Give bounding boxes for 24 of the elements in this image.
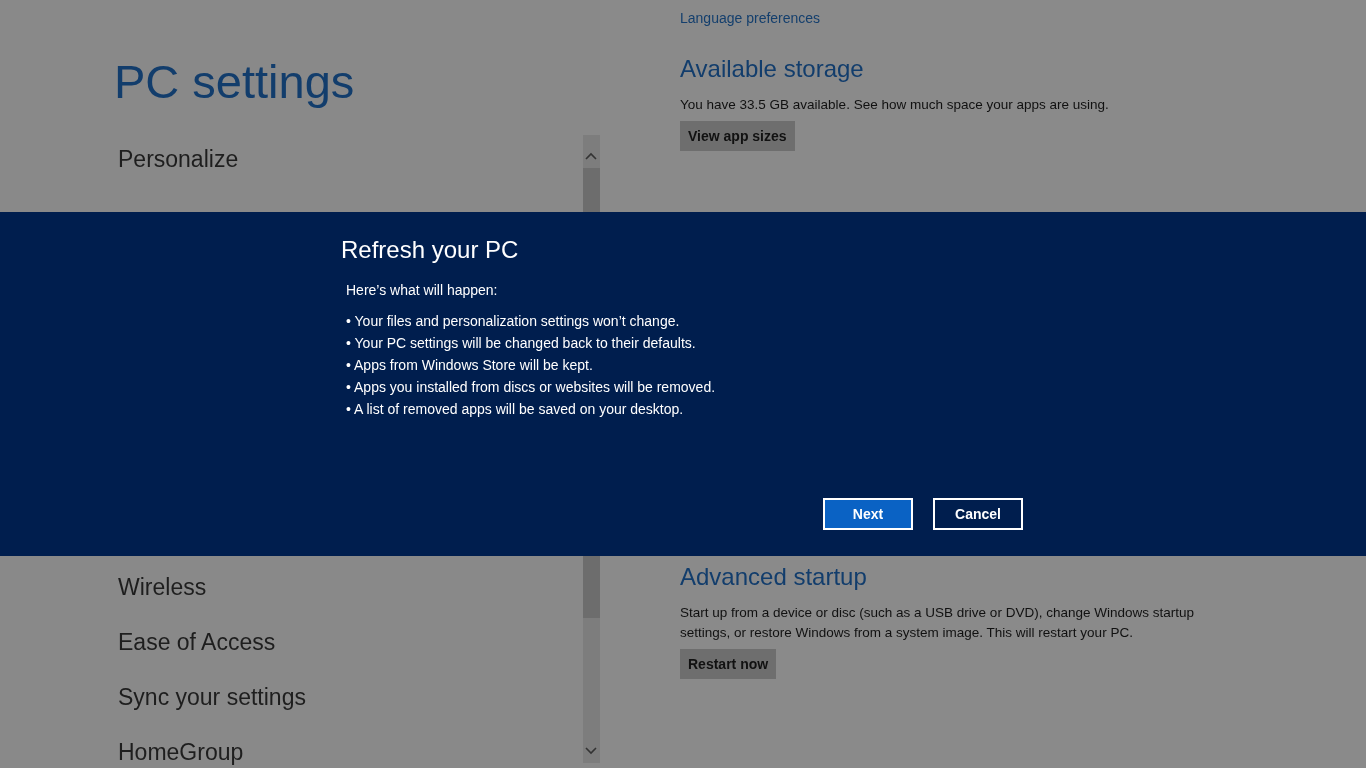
language-preferences-link[interactable]: Language preferences xyxy=(680,10,821,26)
page-title: PC settings xyxy=(114,54,356,110)
nav-item[interactable]: Ease of Access xyxy=(118,627,276,657)
section-button[interactable]: Restart now xyxy=(680,649,777,679)
scroll-down-icon[interactable] xyxy=(585,747,597,755)
nav-item[interactable]: HomeGroup xyxy=(118,737,244,767)
bullet-text: • Apps you installed from discs or websites will be removed. xyxy=(346,378,716,397)
section-heading: Advanced startup xyxy=(680,563,867,591)
nav-item[interactable]: Sync your settings xyxy=(118,682,306,712)
section-text: You have 33.5 GB available. See how much space your apps are using. xyxy=(680,96,1110,114)
bullet-text: • A list of removed apps will be saved on your desktop. xyxy=(346,400,684,419)
cancel-button[interactable]: Cancel xyxy=(933,498,1023,530)
nav-item[interactable]: Wireless xyxy=(118,572,207,602)
bullet-text: • Apps from Windows Store will be kept. xyxy=(346,356,593,375)
bullet-text: • Your PC settings will be changed back to their defaults. xyxy=(346,334,696,353)
scroll-up-icon[interactable] xyxy=(585,152,597,160)
section-button[interactable]: View app sizes xyxy=(680,121,795,151)
section-text: Start up from a device or disc (such as a USB drive or DVD), change Windows startup settings, or restore Windows from a system image. This will restart your PC. xyxy=(680,604,1195,642)
nav-item[interactable]: Personalize xyxy=(118,144,239,174)
section-heading: Available storage xyxy=(680,55,864,83)
bullet-text: • Your files and personalization settings won’t change. xyxy=(346,312,680,331)
next-button[interactable]: Next xyxy=(823,498,913,530)
dialog-intro: Here’s what will happen: xyxy=(346,282,498,298)
dialog-title: Refresh your PC xyxy=(341,236,519,264)
